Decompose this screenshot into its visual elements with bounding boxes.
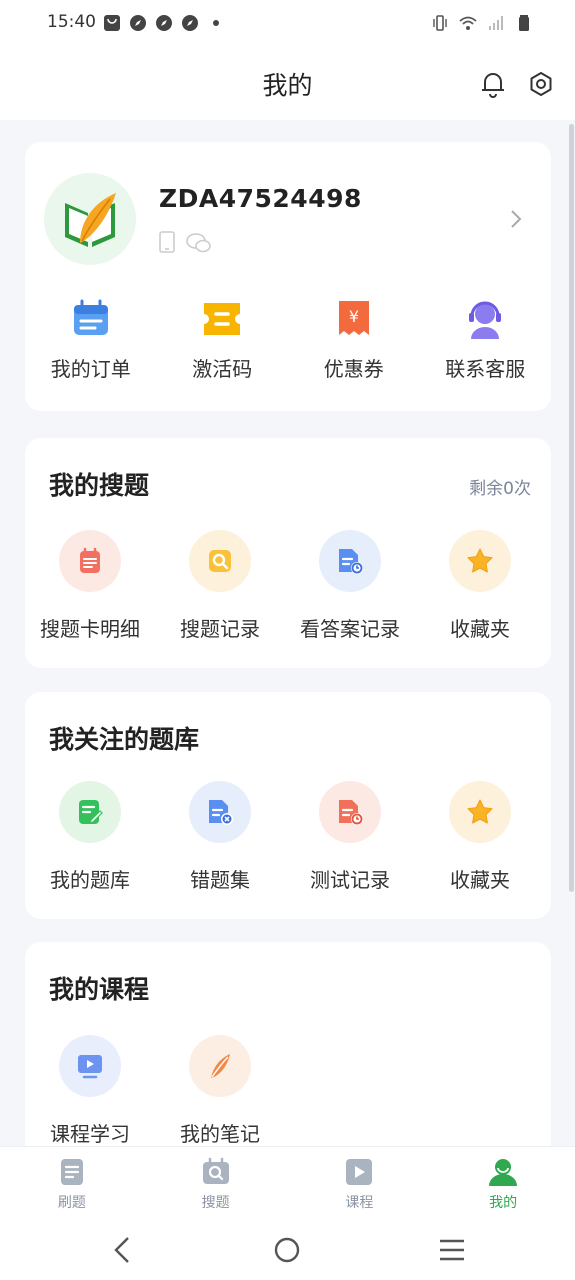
tab-practice[interactable]: 刷题 [0,1147,144,1220]
item-label: 测试记录 [310,868,390,892]
search-record-icon [189,530,251,592]
battery-icon [519,15,529,31]
tab-profile[interactable]: 我的 [431,1147,575,1220]
search-section-items: 搜题卡明细 搜题记录 看答案记录 收藏夹 [25,530,551,642]
quick-action-customer-service[interactable]: 联系客服 [420,297,552,382]
tab-label: 刷题 [57,1195,86,1211]
item-label: 我的题库 [50,868,130,892]
tab-label: 我的 [489,1195,518,1211]
compass-icon [156,15,172,31]
section-title: 我的课程 [49,975,150,1004]
chevron-right-icon[interactable] [509,208,523,230]
question-bank-section-card: 我关注的题库 我的题库 错题集 测试记录 收藏夹 [25,692,551,919]
quick-action-orders[interactable]: 我的订单 [25,297,157,382]
back-icon[interactable] [110,1234,134,1266]
quick-action-activation-code[interactable]: 激活码 [157,297,289,382]
practice-icon [60,1159,83,1185]
tab-label: 搜题 [201,1195,230,1211]
item-label: 看答案记录 [300,617,400,641]
answer-record-icon [319,530,381,592]
search-record-item[interactable]: 搜题记录 [155,530,285,642]
search-tab-icon [202,1157,229,1184]
status-bar: 15:40 [0,0,575,48]
item-label: 我的笔记 [180,1122,260,1146]
compass-icon [182,15,198,31]
quick-actions: 我的订单 激活码 ¥ 优惠券 联系客服 [25,297,551,382]
bank-favorites-item[interactable]: 收藏夹 [415,781,545,893]
customer-service-icon [469,301,502,339]
tab-course[interactable]: 课程 [288,1147,432,1220]
favorites-item[interactable]: 收藏夹 [415,530,545,642]
course-section-card: 我的课程 课程学习 我的笔记 [25,942,551,1162]
order-calendar-icon [73,299,108,335]
search-card-detail-icon [59,530,121,592]
item-label: 课程学习 [50,1122,130,1146]
question-bank-icon [59,781,121,843]
item-label: 搜题卡明细 [40,617,140,641]
avatar[interactable] [44,173,136,265]
item-label: 收藏夹 [450,617,510,641]
quick-action-label: 联系客服 [445,357,526,381]
app-logo-icon [65,193,116,247]
status-time: 15:40 [47,12,96,32]
status-system-icons [431,14,533,32]
item-label: 收藏夹 [450,868,510,892]
course-section-items: 课程学习 我的笔记 [25,1035,551,1147]
status-notifications [103,14,225,32]
scrollbar[interactable] [569,124,574,892]
svg-text:¥: ¥ [349,307,359,326]
quick-action-label: 我的订单 [50,357,131,381]
vibrate-icon [433,15,447,31]
page-header: 我的 [0,48,575,120]
wrong-questions-icon [189,781,251,843]
star-icon [449,781,511,843]
dot-icon [213,20,219,26]
section-title: 我关注的题库 [49,725,200,754]
answer-record-item[interactable]: 看答案记录 [285,530,415,642]
gear-icon[interactable] [527,70,555,98]
my-question-bank-item[interactable]: 我的题库 [25,781,155,893]
home-icon[interactable] [273,1236,301,1264]
username: ZDA47524498 [159,184,362,213]
quick-action-label: 优惠券 [323,357,384,381]
search-card-detail-item[interactable]: 搜题卡明细 [25,530,155,642]
my-notes-item[interactable]: 我的笔记 [155,1035,285,1147]
feather-note-icon [189,1035,251,1097]
phone-icon [159,231,175,253]
course-play-icon [346,1159,373,1185]
menu-icon[interactable] [438,1237,466,1263]
quick-action-coupons[interactable]: ¥ 优惠券 [288,297,420,382]
test-record-item[interactable]: 测试记录 [285,781,415,893]
tab-search[interactable]: 搜题 [144,1147,288,1220]
item-label: 错题集 [190,868,250,892]
wrong-questions-item[interactable]: 错题集 [155,781,285,893]
coupon-icon: ¥ [338,301,369,335]
search-section-card: 我的搜题 剩余0次 搜题卡明细 搜题记录 看答案记录 收藏夹 [25,438,551,668]
wifi-icon [459,16,477,30]
section-title: 我的搜题 [49,471,150,500]
wechat-icon [186,233,211,253]
search-remaining-count: 剩余0次 [469,479,531,499]
system-navigation-bar [0,1220,575,1280]
compass-icon [130,15,146,31]
star-icon [449,530,511,592]
bottom-tab-bar: 刷题 搜题 课程 我的 [0,1146,575,1220]
ticket-icon [204,303,241,335]
bank-section-items: 我的题库 错题集 测试记录 收藏夹 [25,781,551,893]
tab-label: 课程 [345,1195,374,1211]
profile-icon [489,1159,518,1186]
video-course-icon [59,1035,121,1097]
bell-icon[interactable] [480,70,506,98]
course-study-item[interactable]: 课程学习 [25,1035,155,1147]
item-label: 搜题记录 [180,617,260,641]
profile-card[interactable]: ZDA47524498 我的订单 激活码 ¥ 优惠券 联系客服 [25,142,551,411]
signal-icon [489,16,503,30]
notification-bag-icon [104,15,120,31]
quick-action-label: 激活码 [192,357,253,381]
test-record-icon [319,781,381,843]
